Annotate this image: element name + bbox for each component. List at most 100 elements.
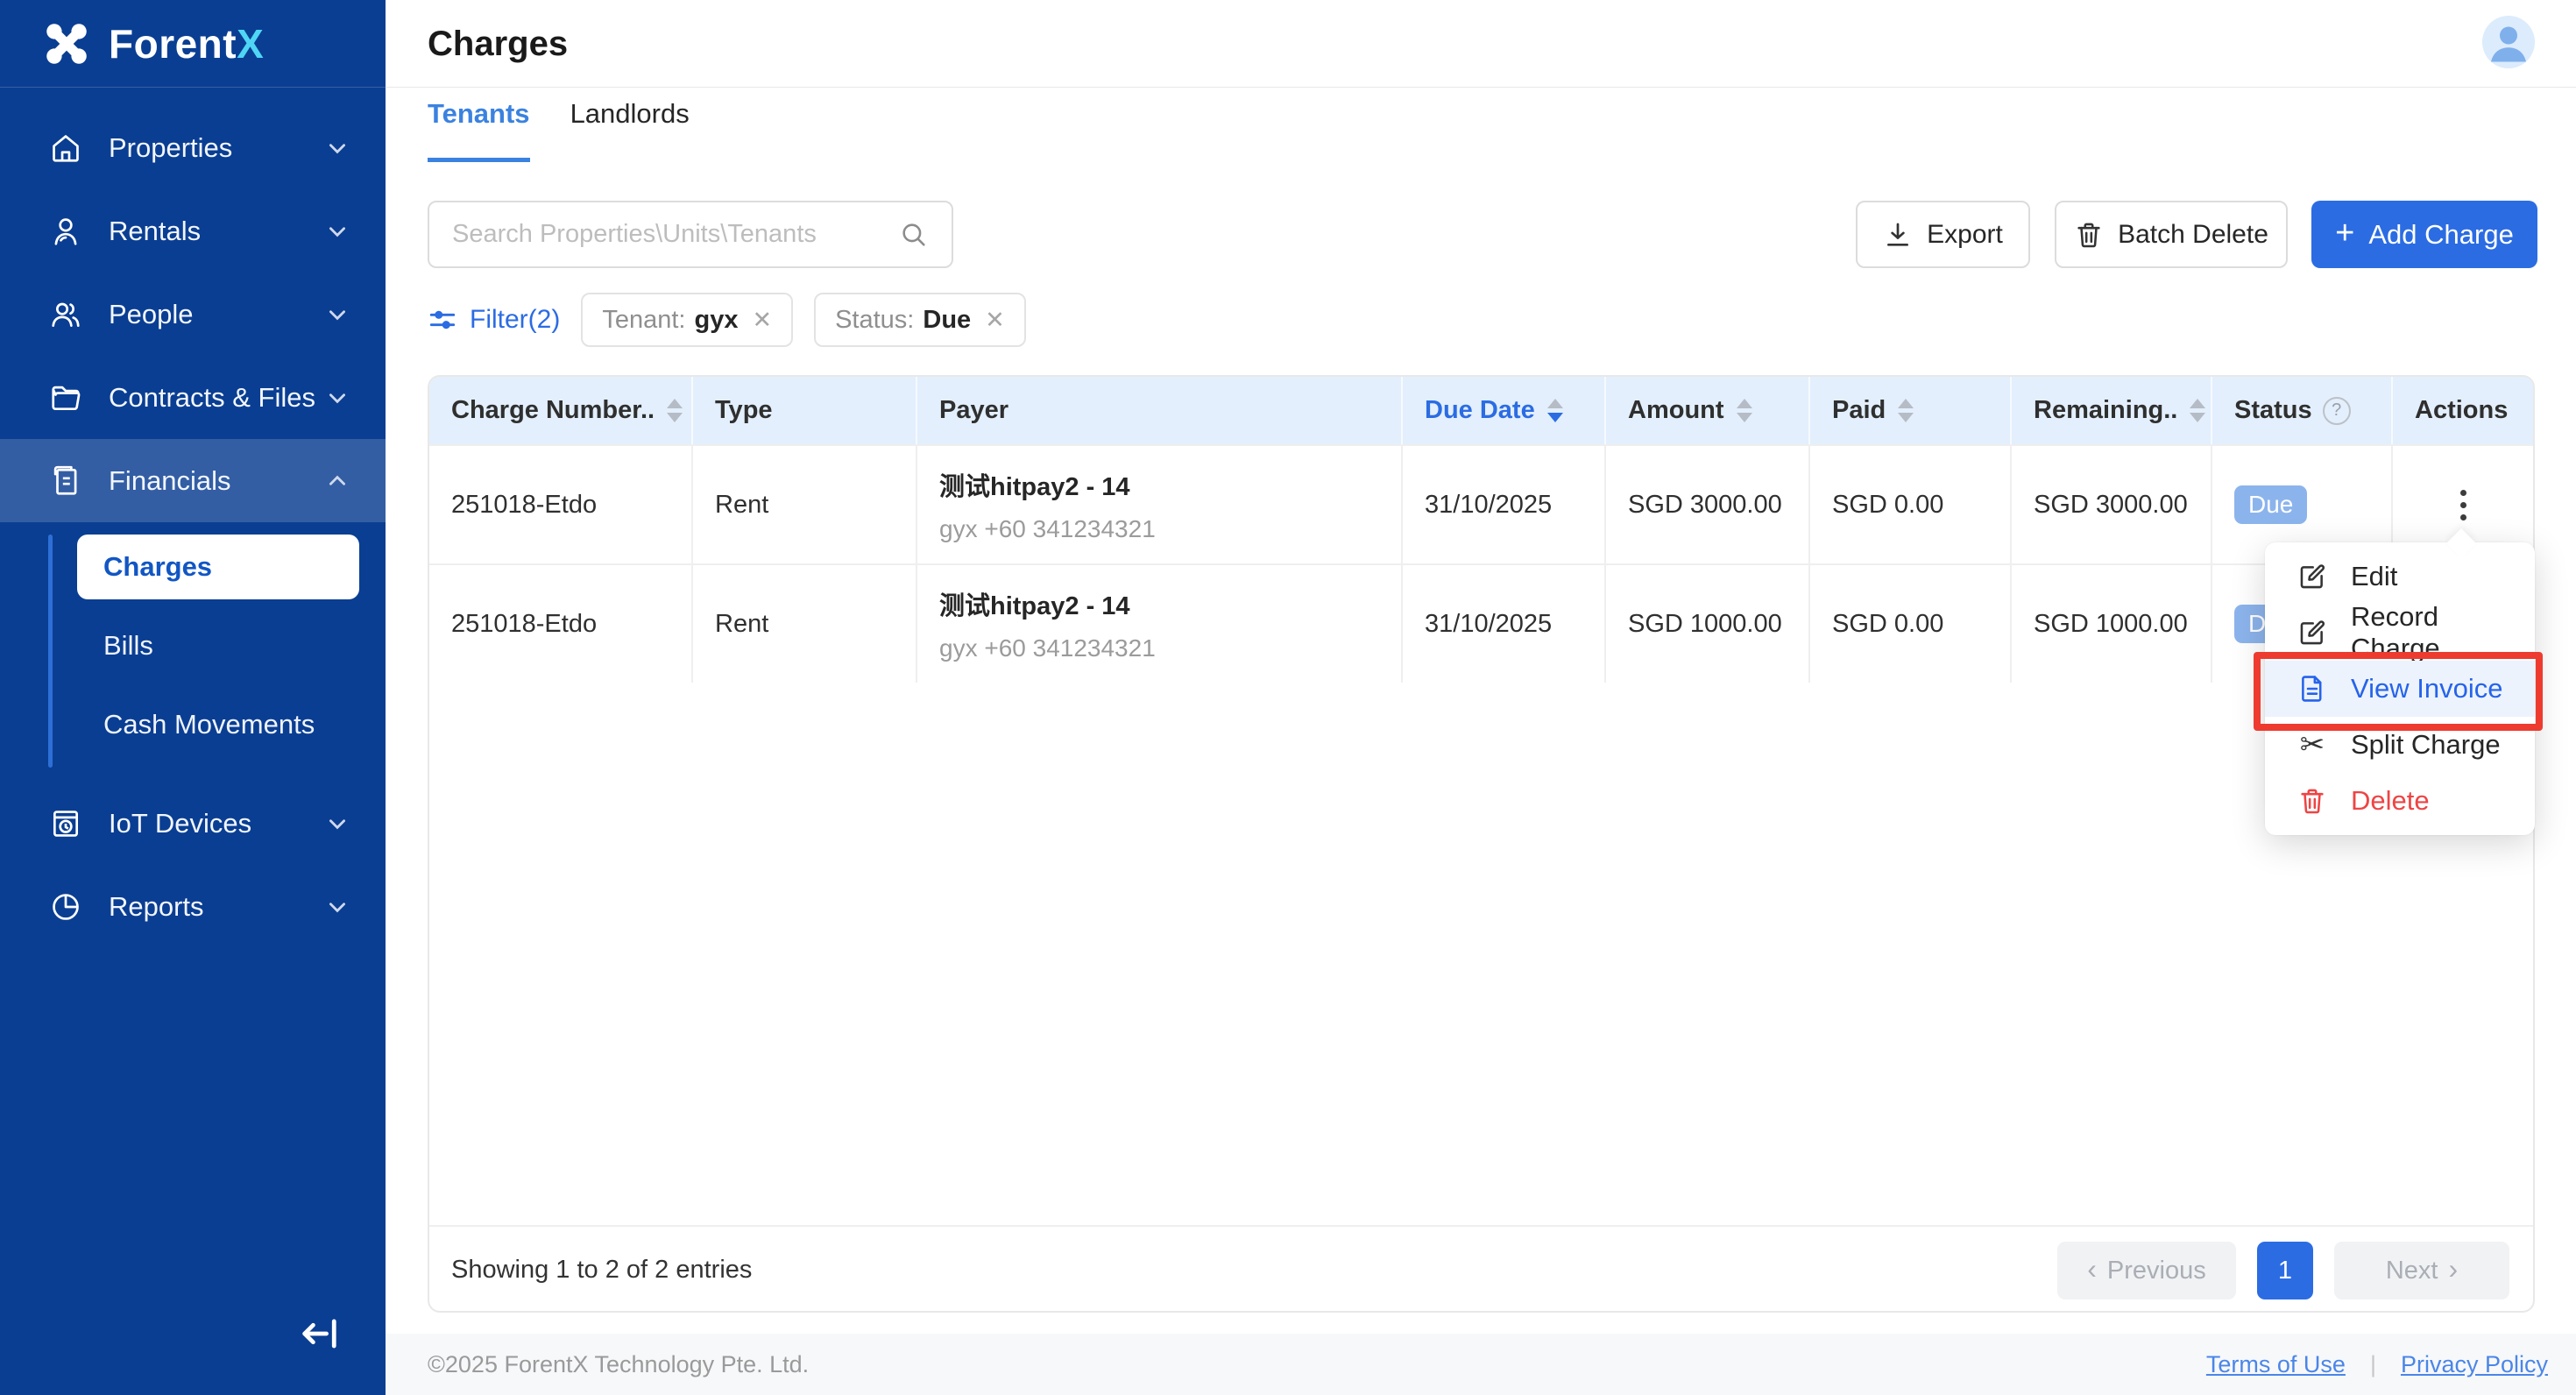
chevron-right-icon: › xyxy=(2448,1253,2459,1285)
home-icon xyxy=(53,134,79,162)
sidebar-subitem-cash-movements[interactable]: Cash Movements xyxy=(77,692,359,757)
chevron-left-icon: ‹ xyxy=(2087,1253,2097,1285)
submenu-track xyxy=(48,535,53,768)
sort-icon xyxy=(2190,399,2206,422)
terms-of-use-link[interactable]: Terms of Use xyxy=(2206,1351,2346,1378)
tab-tenants[interactable]: Tenants xyxy=(428,98,530,162)
column-actions: Actions xyxy=(2391,377,2533,444)
sidebar-item-properties[interactable]: Properties xyxy=(0,106,386,189)
financials-icon xyxy=(53,465,77,495)
column-due-date[interactable]: Due Date xyxy=(1401,377,1604,444)
sidebar-subitem-charges[interactable]: Charges xyxy=(77,535,359,599)
table-empty-space xyxy=(429,683,2533,1225)
sort-icon xyxy=(1736,399,1752,422)
cell-due-date: 31/10/2025 xyxy=(1401,446,1604,563)
menu-item-edit[interactable]: Edit xyxy=(2265,549,2535,605)
table-row: 251018-Etdo Rent 测试hitpay2 - 14 gyx +60 … xyxy=(429,444,2533,563)
add-charge-button[interactable]: + Add Charge xyxy=(2311,201,2537,268)
table-header-row: Charge Number.. Type Payer Due Date Amou… xyxy=(429,377,2533,444)
copyright-text: ©2025 ForentX Technology Pte. Ltd. xyxy=(428,1350,810,1377)
cell-remaining: SGD 1000.00 xyxy=(2010,565,2211,683)
sidebar-item-contracts-files[interactable]: Contracts & Files xyxy=(0,356,386,439)
rentals-icon xyxy=(54,217,77,245)
sort-icon xyxy=(1546,399,1563,422)
cell-paid: SGD 0.00 xyxy=(1808,565,2010,683)
search-box xyxy=(428,201,953,268)
menu-item-delete[interactable]: Delete xyxy=(2265,773,2535,829)
page-number-button[interactable]: 1 xyxy=(2257,1242,2313,1299)
reports-pie-icon xyxy=(53,893,79,920)
previous-page-button[interactable]: ‹ Previous xyxy=(2057,1242,2236,1299)
cell-payer: 测试hitpay2 - 14 gyx +60 341234321 xyxy=(916,446,1401,563)
table-footer: Showing 1 to 2 of 2 entries ‹ Previous 1 … xyxy=(429,1225,2533,1311)
charges-table: Charge Number.. Type Payer Due Date Amou… xyxy=(428,375,2535,1313)
page-footer: ©2025 ForentX Technology Pte. Ltd. Terms… xyxy=(386,1334,2576,1395)
chevron-up-icon xyxy=(329,475,345,485)
help-icon[interactable]: ? xyxy=(2322,396,2351,425)
tab-landlords[interactable]: Landlords xyxy=(570,98,690,162)
batch-delete-button[interactable]: Batch Delete xyxy=(2055,201,2288,268)
cell-amount: SGD 3000.00 xyxy=(1604,446,1808,563)
entries-summary: Showing 1 to 2 of 2 entries xyxy=(451,1255,753,1284)
collapse-arrow-icon xyxy=(302,1319,336,1349)
sort-icon xyxy=(1898,399,1914,422)
footer-links: Terms of Use | Privacy Policy xyxy=(2206,1351,2548,1378)
chevron-down-icon xyxy=(329,143,345,153)
chevron-down-icon xyxy=(329,393,345,403)
brand-name: ForentX xyxy=(109,20,265,67)
column-remaining[interactable]: Remaining.. xyxy=(2010,377,2211,444)
chevron-down-icon xyxy=(329,309,345,320)
cell-payer: 测试hitpay2 - 14 gyx +60 341234321 xyxy=(916,565,1401,683)
topbar: Charges xyxy=(386,0,2576,88)
filter-button[interactable]: Filter(2) xyxy=(428,305,560,335)
search-input[interactable] xyxy=(429,220,899,249)
column-amount[interactable]: Amount xyxy=(1604,377,1808,444)
cell-remaining: SGD 3000.00 xyxy=(2010,446,2211,563)
column-paid[interactable]: Paid xyxy=(1808,377,2010,444)
scissors-icon: ✂ xyxy=(2299,728,2325,761)
sidebar-item-people[interactable]: People xyxy=(0,273,386,356)
cell-due-date: 31/10/2025 xyxy=(1401,565,1604,683)
sidebar-item-financials[interactable]: Financials xyxy=(0,439,386,522)
next-page-button[interactable]: Next › xyxy=(2334,1242,2509,1299)
close-icon[interactable]: ✕ xyxy=(985,307,1005,334)
filter-chip-tenant: Tenant: gyx ✕ xyxy=(581,293,794,347)
sidebar-subitem-bills[interactable]: Bills xyxy=(77,613,359,678)
download-icon xyxy=(1887,223,1909,246)
filter-chip-status: Status: Due ✕ xyxy=(814,293,1026,347)
filter-sliders-icon xyxy=(429,310,456,329)
export-button[interactable]: Export xyxy=(1856,201,2030,268)
chevron-down-icon xyxy=(329,902,345,912)
avatar-person-icon xyxy=(2482,16,2535,68)
footer-separator: | xyxy=(2369,1350,2376,1377)
edit-icon xyxy=(2300,564,2325,589)
sidebar-item-rentals[interactable]: Rentals xyxy=(0,189,386,273)
status-badge: Due xyxy=(2234,485,2308,524)
close-icon[interactable]: ✕ xyxy=(752,307,772,334)
search-icon[interactable] xyxy=(899,220,929,250)
people-icon xyxy=(52,302,80,327)
menu-item-view-invoice[interactable]: View Invoice xyxy=(2265,661,2535,717)
sidebar-item-iot-devices[interactable]: IoT Devices xyxy=(0,782,386,865)
row-actions-kebab-icon[interactable] xyxy=(2448,478,2479,533)
column-status: Status? xyxy=(2211,377,2391,444)
trash-icon xyxy=(2077,223,2100,247)
plus-icon: + xyxy=(2335,214,2355,251)
sidebar-item-reports[interactable]: Reports xyxy=(0,865,386,948)
user-avatar[interactable] xyxy=(2482,16,2535,68)
sidebar-collapse-button[interactable] xyxy=(289,1307,350,1360)
chevron-down-icon xyxy=(329,818,345,829)
financials-submenu: Charges Bills Cash Movements xyxy=(0,522,386,782)
privacy-policy-link[interactable]: Privacy Policy xyxy=(2401,1351,2548,1378)
cell-type: Rent xyxy=(691,565,916,683)
filter-row: Filter(2) Tenant: gyx ✕ Status: Due ✕ xyxy=(428,293,1026,347)
menu-item-record-charge[interactable]: Record Charge xyxy=(2265,601,2535,663)
column-charge-number[interactable]: Charge Number.. xyxy=(429,377,691,444)
sort-icon xyxy=(667,399,683,422)
menu-item-split-charge[interactable]: ✂ Split Charge xyxy=(2265,717,2535,773)
row-actions-menu: Edit Record Charge View Invoice ✂ Split … xyxy=(2265,528,2535,835)
forentx-logo-icon xyxy=(46,23,87,64)
cell-charge-number: 251018-Etdo xyxy=(451,609,598,638)
folder-icon xyxy=(52,386,81,410)
invoice-document-icon xyxy=(2302,676,2322,702)
